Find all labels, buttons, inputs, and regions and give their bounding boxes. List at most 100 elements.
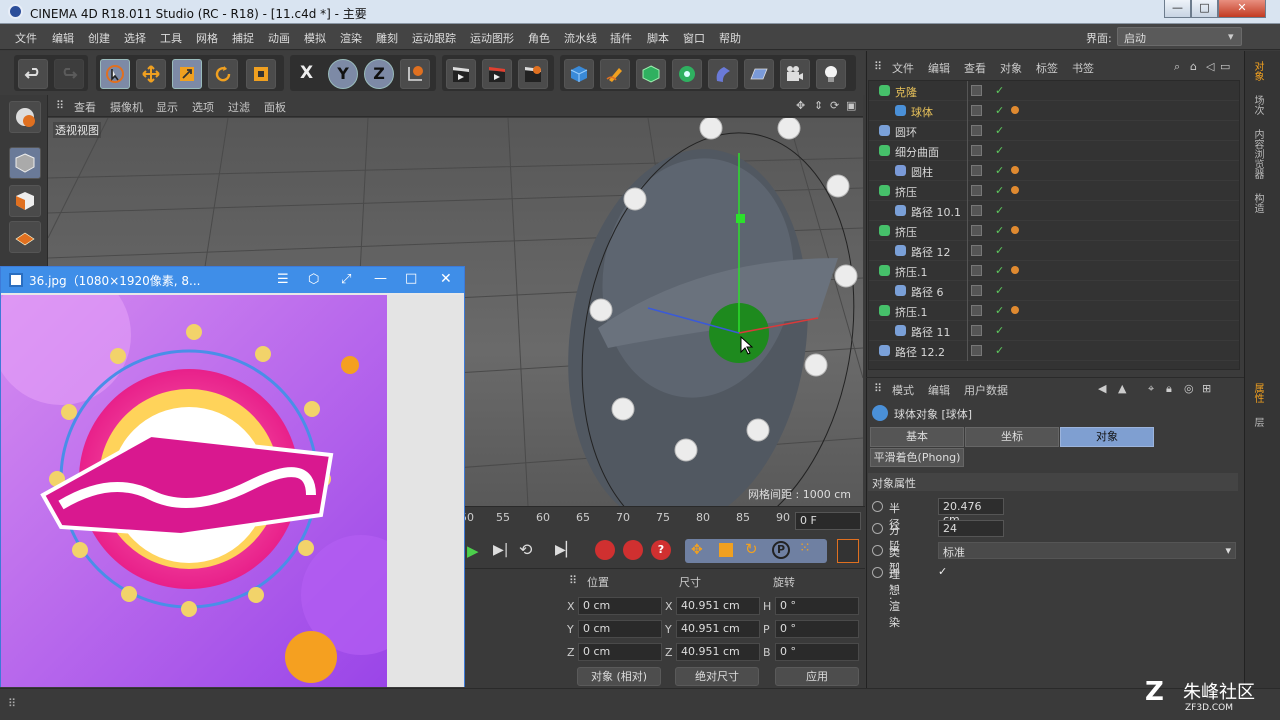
am-menu-edit[interactable]: 编辑 bbox=[928, 382, 950, 398]
layer-icon[interactable] bbox=[971, 85, 982, 96]
radius-field[interactable]: 20.476 cm bbox=[938, 498, 1004, 526]
object-name[interactable]: 球体 bbox=[911, 104, 933, 120]
menu-mograph[interactable]: 运动图形 bbox=[470, 30, 514, 46]
vtab-content-browser[interactable]: 内容浏览器 bbox=[1249, 129, 1265, 179]
size-z-field[interactable]: 40.951 cm bbox=[676, 643, 760, 661]
vtab-layers[interactable]: 层 bbox=[1249, 417, 1265, 427]
render-view-button[interactable] bbox=[446, 59, 476, 89]
object-name[interactable]: 克隆 bbox=[895, 84, 917, 100]
object-row[interactable]: 挤压 ✓ bbox=[869, 181, 1239, 201]
menu-select[interactable]: 选择 bbox=[124, 30, 146, 46]
coordinate-system-button[interactable] bbox=[400, 59, 430, 89]
model-mode-button[interactable] bbox=[9, 147, 41, 179]
object-name[interactable]: 挤压.1 bbox=[895, 264, 928, 280]
type-animate-toggle[interactable] bbox=[872, 545, 883, 556]
om-menu-objects[interactable]: 对象 bbox=[1000, 60, 1022, 76]
object-row[interactable]: 路径 12 ✓ bbox=[869, 241, 1239, 261]
enabled-check-icon[interactable]: ✓ bbox=[995, 164, 1004, 177]
enabled-check-icon[interactable]: ✓ bbox=[995, 304, 1004, 317]
position-y-field[interactable]: 0 cm bbox=[578, 620, 662, 638]
end-frame-field[interactable]: 0 F bbox=[795, 512, 861, 530]
enabled-check-icon[interactable]: ✓ bbox=[995, 124, 1004, 137]
cloner-button[interactable] bbox=[672, 59, 702, 89]
type-select[interactable]: 标准 ▾ bbox=[938, 542, 1236, 559]
scale-button[interactable] bbox=[172, 59, 202, 89]
object-row[interactable]: 路径 6 ✓ bbox=[869, 281, 1239, 301]
floor-button[interactable] bbox=[744, 59, 774, 89]
layer-icon[interactable] bbox=[971, 165, 982, 176]
layer-icon[interactable] bbox=[971, 225, 982, 236]
rotation-b-field[interactable]: 0 ° bbox=[775, 643, 859, 661]
object-row[interactable]: 球体 ✓ bbox=[869, 101, 1239, 121]
layer-icon[interactable] bbox=[971, 325, 982, 336]
menu-plugins[interactable]: 插件 bbox=[610, 30, 632, 46]
camera-button[interactable] bbox=[780, 59, 810, 89]
menu-render[interactable]: 渲染 bbox=[340, 30, 362, 46]
key-param-icon[interactable]: P bbox=[772, 541, 790, 559]
tab-coord[interactable]: 坐标 bbox=[965, 427, 1059, 447]
viewport-menu-view[interactable]: 查看 bbox=[74, 99, 96, 115]
menu-animate[interactable]: 动画 bbox=[268, 30, 290, 46]
enabled-check-icon[interactable]: ✓ bbox=[995, 264, 1004, 277]
om-menu-tags[interactable]: 标签 bbox=[1036, 60, 1058, 76]
close-button[interactable]: ✕ bbox=[1218, 0, 1266, 18]
ideal-render-animate-toggle[interactable] bbox=[872, 567, 883, 578]
back-icon[interactable]: ◁ bbox=[1206, 60, 1214, 73]
tag-icon[interactable] bbox=[1011, 186, 1019, 194]
enabled-check-icon[interactable]: ✓ bbox=[995, 204, 1004, 217]
workplane-button[interactable] bbox=[9, 221, 41, 253]
cube-button[interactable] bbox=[564, 59, 594, 89]
enabled-check-icon[interactable]: ✓ bbox=[995, 244, 1004, 257]
layer-icon[interactable] bbox=[971, 145, 982, 156]
menu-character[interactable]: 角色 bbox=[528, 30, 550, 46]
key-scale-icon[interactable] bbox=[719, 543, 733, 557]
object-name[interactable]: 路径 12 bbox=[911, 244, 951, 260]
menu-script[interactable]: 脚本 bbox=[647, 30, 669, 46]
tag-icon[interactable] bbox=[1011, 266, 1019, 274]
object-name[interactable]: 细分曲面 bbox=[895, 144, 939, 160]
position-z-field[interactable]: 0 cm bbox=[578, 643, 662, 661]
ideal-render-checkbox[interactable]: ✓ bbox=[938, 565, 947, 578]
light-button[interactable] bbox=[816, 59, 846, 89]
object-name[interactable]: 挤压 bbox=[895, 224, 917, 240]
vtab-objects[interactable]: 对象 bbox=[1249, 61, 1265, 81]
redo-button[interactable] bbox=[54, 59, 84, 89]
vtab-takes[interactable]: 场次 bbox=[1249, 95, 1265, 115]
position-x-field[interactable]: 0 cm bbox=[578, 597, 662, 615]
pen-button[interactable] bbox=[600, 59, 630, 89]
viewport-menu-panel[interactable]: 面板 bbox=[264, 99, 286, 115]
object-row[interactable]: 细分曲面 ✓ bbox=[869, 141, 1239, 161]
rotation-p-field[interactable]: 0 ° bbox=[775, 620, 859, 638]
size-x-field[interactable]: 40.951 cm bbox=[676, 597, 760, 615]
om-menu-edit[interactable]: 编辑 bbox=[928, 60, 950, 76]
menu-sculpt[interactable]: 雕刻 bbox=[376, 30, 398, 46]
object-name[interactable]: 圆柱 bbox=[911, 164, 933, 180]
enabled-check-icon[interactable]: ✓ bbox=[995, 84, 1004, 97]
help-icon[interactable]: ? bbox=[651, 540, 671, 560]
render-settings-button[interactable] bbox=[518, 59, 548, 89]
new-panel-icon[interactable]: ⊞ bbox=[1202, 382, 1211, 395]
object-row[interactable]: 圆环 ✓ bbox=[869, 121, 1239, 141]
key-pla-icon[interactable]: ⁙ bbox=[799, 540, 811, 556]
enabled-check-icon[interactable]: ✓ bbox=[995, 144, 1004, 157]
om-menu-file[interactable]: 文件 bbox=[892, 60, 914, 76]
radius-animate-toggle[interactable] bbox=[872, 501, 883, 512]
menu-create[interactable]: 创建 bbox=[88, 30, 110, 46]
tab-basic[interactable]: 基本 bbox=[870, 427, 964, 447]
object-row[interactable]: 路径 10.1 ✓ bbox=[869, 201, 1239, 221]
vtab-structure[interactable]: 构造 bbox=[1249, 193, 1265, 213]
make-editable-button[interactable] bbox=[9, 101, 41, 133]
menu-pipeline[interactable]: 流水线 bbox=[564, 30, 597, 46]
om-menu-view[interactable]: 查看 bbox=[964, 60, 986, 76]
menu-mesh[interactable]: 网格 bbox=[196, 30, 218, 46]
object-name[interactable]: 圆环 bbox=[895, 124, 917, 140]
object-row[interactable]: 挤压.1 ✓ bbox=[869, 261, 1239, 281]
menu-snap[interactable]: 捕捉 bbox=[232, 30, 254, 46]
enabled-check-icon[interactable]: ✓ bbox=[995, 284, 1004, 297]
menu-file[interactable]: 文件 bbox=[15, 30, 37, 46]
autokey-icon[interactable] bbox=[623, 540, 643, 560]
target-icon[interactable]: ◎ bbox=[1184, 382, 1194, 395]
live-select-button[interactable] bbox=[100, 59, 130, 89]
arrow-up-icon[interactable]: ▲ bbox=[1118, 382, 1126, 395]
segments-animate-toggle[interactable] bbox=[872, 523, 883, 534]
